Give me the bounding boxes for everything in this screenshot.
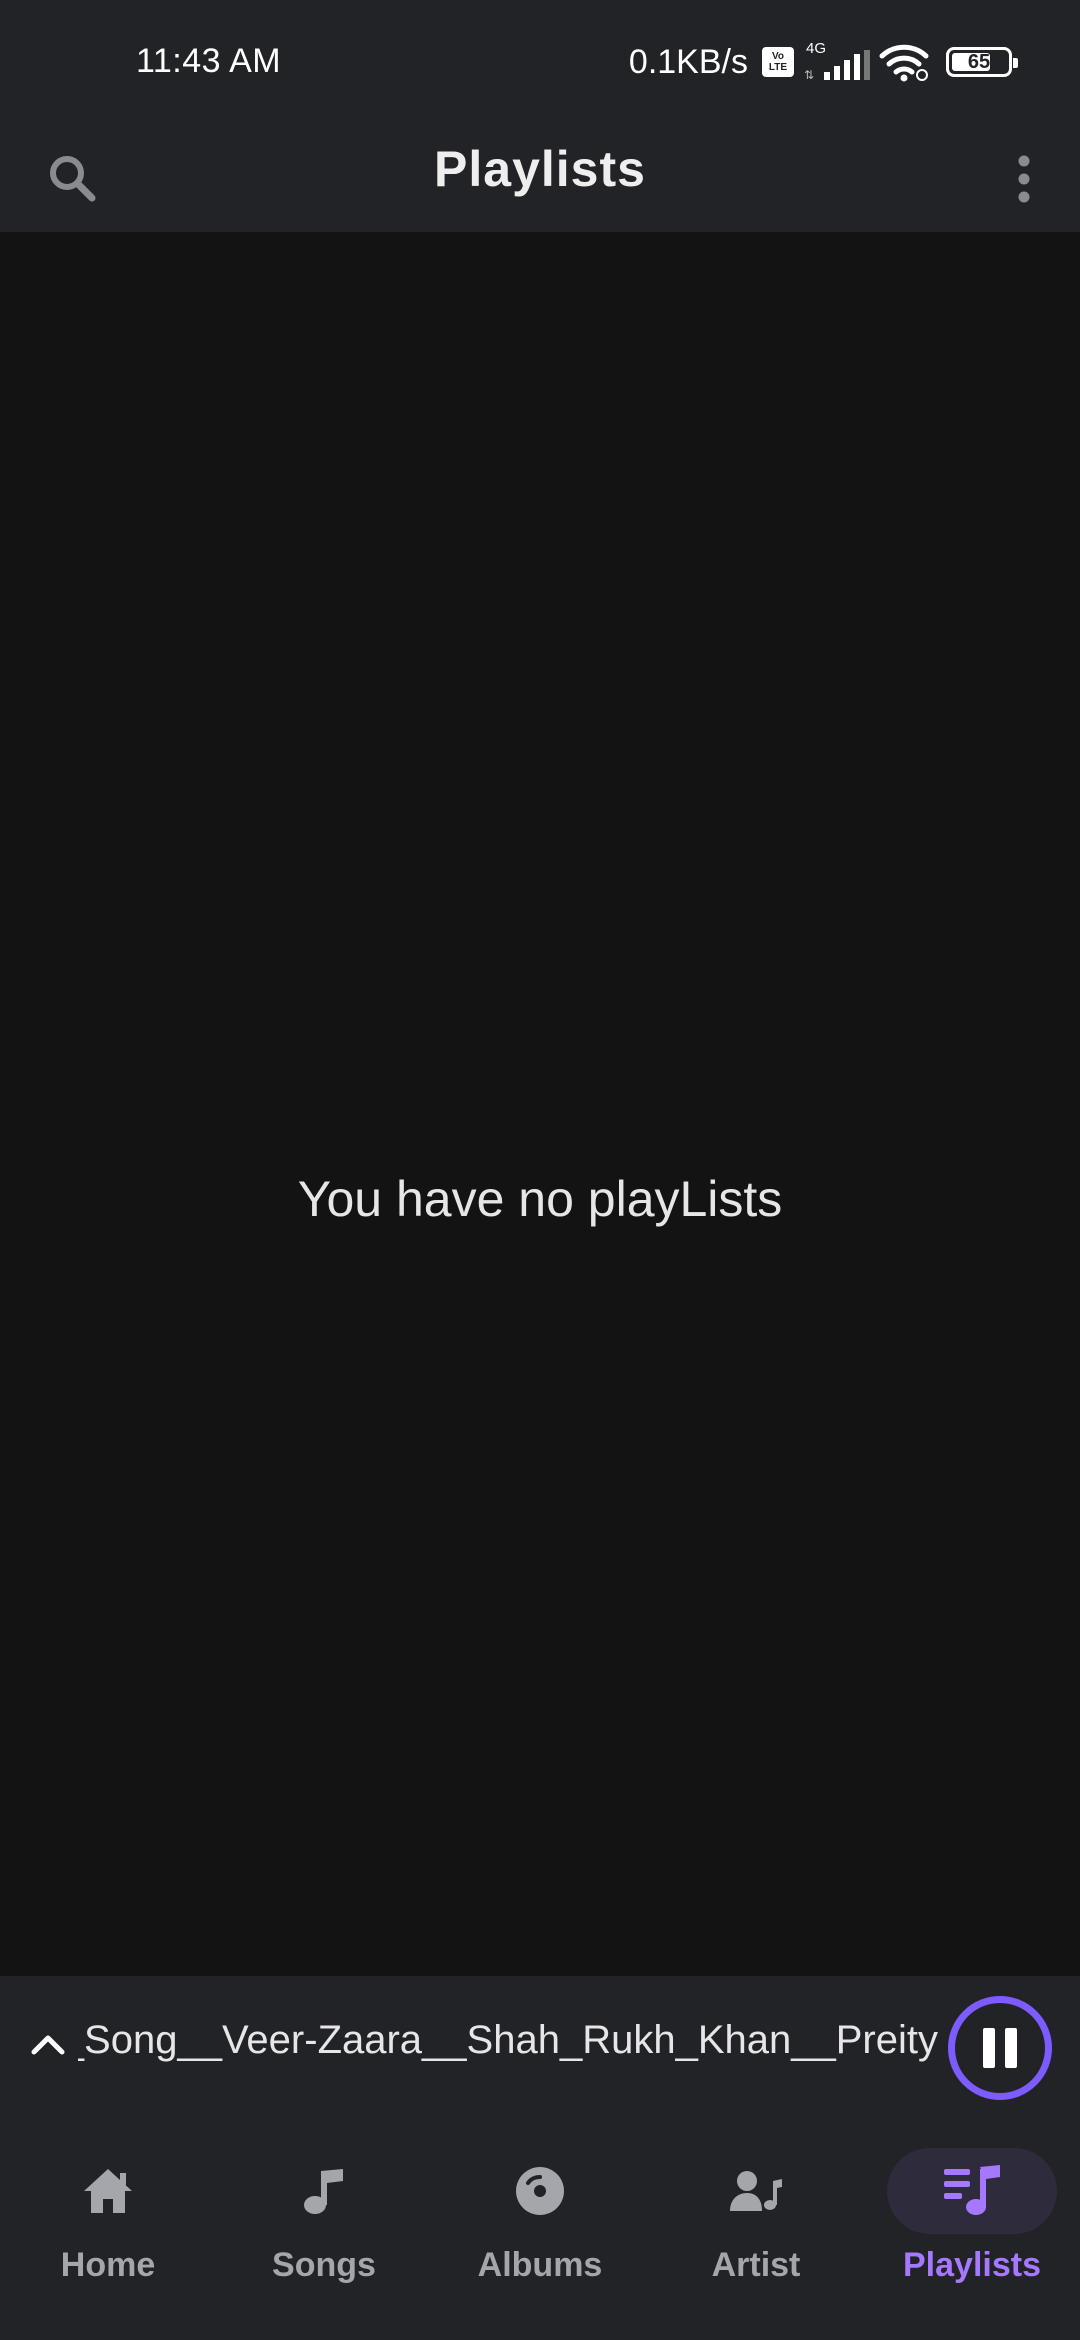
nav-icon-container xyxy=(23,2148,193,2234)
empty-state-message: You have no playLists xyxy=(297,1171,783,1227)
nav-item-playlists[interactable]: Playlists xyxy=(872,2148,1072,2308)
playlists-content: You have no playLists xyxy=(0,232,1080,1976)
network-type: 4G xyxy=(806,40,827,57)
data-activity-icon: ⇅ xyxy=(804,68,815,82)
status-bar: 11:43 AM 0.1KB/s Vo LTE 4G ⇅ 65 xyxy=(0,0,1080,126)
signal-bars-icon xyxy=(824,50,870,80)
nav-label-playlists: Playlists xyxy=(903,2246,1041,2284)
status-time: 11:43 AM xyxy=(136,42,282,80)
artist-icon xyxy=(730,2171,782,2211)
battery-icon: 65 xyxy=(946,47,1018,77)
expand-player-button[interactable] xyxy=(22,2018,74,2070)
bottom-navigation: Home Songs Albums Artist Playlists xyxy=(0,2112,1080,2340)
album-disc-icon xyxy=(516,2167,564,2215)
volte-top-text: Vo xyxy=(771,51,785,62)
playlist-icon xyxy=(944,2165,1000,2215)
nav-icon-container-active xyxy=(887,2148,1057,2234)
network-speed: 0.1KB/s xyxy=(628,42,748,81)
nav-label-songs: Songs xyxy=(272,2246,376,2284)
nav-icon-container xyxy=(455,2148,625,2234)
battery-level: 65 xyxy=(967,50,991,73)
nav-label-artist: Artist xyxy=(711,2246,801,2284)
chevron-up-icon xyxy=(31,2035,65,2055)
track-title-viewport[interactable]: ull_Song__Veer-Zaara__Shah_Rukh_Khan__Pr… xyxy=(78,1976,938,2112)
wifi-icon xyxy=(879,44,929,82)
nav-item-artist[interactable]: Artist xyxy=(656,2148,856,2308)
music-note-icon xyxy=(304,2169,343,2214)
mini-player[interactable]: ull_Song__Veer-Zaara__Shah_Rukh_Khan__Pr… xyxy=(0,1976,1080,2112)
pause-button[interactable] xyxy=(948,1996,1052,2100)
more-options-button[interactable] xyxy=(992,144,1056,214)
status-icons: 0.1KB/s Vo LTE 4G ⇅ 65 xyxy=(628,38,1018,86)
pause-icon-bar-left xyxy=(983,2028,995,2068)
nav-item-home[interactable]: Home xyxy=(8,2148,208,2308)
volte-bottom-text: LTE xyxy=(768,62,788,73)
home-icon xyxy=(84,2169,132,2213)
nav-label-albums: Albums xyxy=(477,2246,603,2284)
cellular-signal: 4G ⇅ xyxy=(802,40,870,84)
volte-icon: Vo LTE xyxy=(762,47,794,77)
pause-icon-bar-right xyxy=(1005,2028,1017,2068)
nav-label-home: Home xyxy=(60,2246,156,2284)
app-bar: Playlists xyxy=(0,126,1080,232)
track-title: ull_Song__Veer-Zaara__Shah_Rukh_Khan__Pr… xyxy=(78,2018,938,2062)
nav-icon-container xyxy=(239,2148,409,2234)
nav-item-songs[interactable]: Songs xyxy=(224,2148,424,2308)
more-vertical-icon xyxy=(1018,155,1030,203)
nav-item-albums[interactable]: Albums xyxy=(440,2148,640,2308)
page-title: Playlists xyxy=(434,141,646,197)
nav-icon-container xyxy=(671,2148,841,2234)
